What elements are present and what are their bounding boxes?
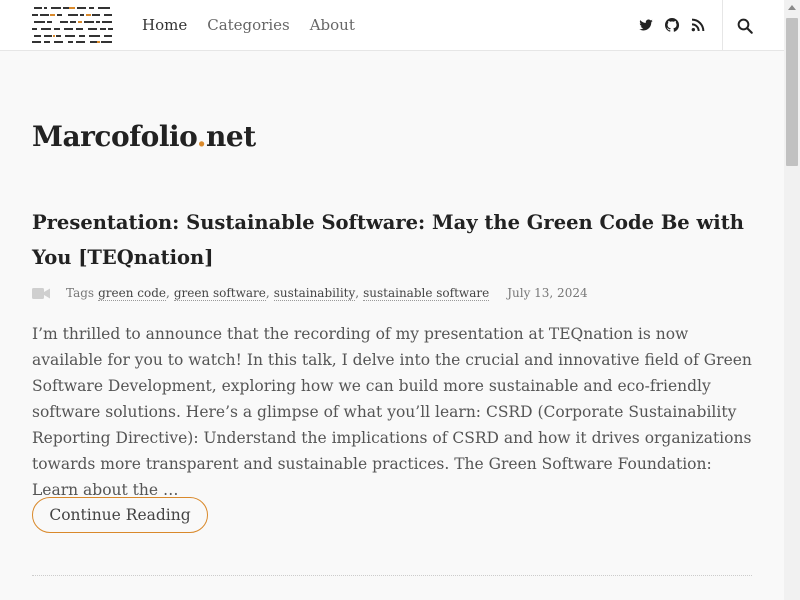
social-links — [638, 17, 706, 33]
continue-reading-button[interactable]: Continue Reading — [32, 497, 208, 533]
nav-about-link[interactable]: About — [310, 16, 355, 34]
nav-categories-link[interactable]: Categories — [207, 16, 290, 34]
rss-icon[interactable] — [690, 17, 706, 33]
tag-link[interactable]: sustainability — [273, 286, 356, 301]
post-divider — [32, 575, 752, 576]
nav-home-link[interactable]: Home — [142, 16, 187, 34]
header-divider — [722, 0, 723, 50]
site-title[interactable]: Marcofolio.net — [32, 120, 256, 153]
site-title-dot: . — [196, 120, 207, 153]
post-excerpt: I’m thrilled to announce that the record… — [32, 325, 752, 499]
post-title[interactable]: Presentation: Sustainable Software: May … — [32, 205, 757, 275]
tag-link[interactable]: green code — [98, 286, 166, 301]
scrollbar-thumb[interactable] — [786, 18, 798, 166]
scroll-up-arrow[interactable] — [788, 5, 796, 10]
tag-link[interactable]: sustainable software — [363, 286, 490, 301]
video-icon — [32, 287, 50, 299]
site-logo[interactable] — [32, 6, 114, 44]
twitter-icon[interactable] — [638, 17, 654, 33]
tags-label: Tags — [66, 286, 95, 300]
github-icon[interactable] — [664, 17, 680, 33]
tag-link[interactable]: green software — [173, 286, 266, 301]
main-nav: Home Categories About — [142, 0, 355, 50]
search-icon[interactable] — [736, 17, 754, 35]
site-header: Home Categories About — [0, 0, 784, 51]
post-meta: Tags green code, green software, sustain… — [32, 284, 588, 302]
site-title-main: Marcofolio — [32, 120, 197, 153]
site-title-tld: net — [206, 120, 256, 153]
post-date: July 13, 2024 — [507, 286, 588, 300]
